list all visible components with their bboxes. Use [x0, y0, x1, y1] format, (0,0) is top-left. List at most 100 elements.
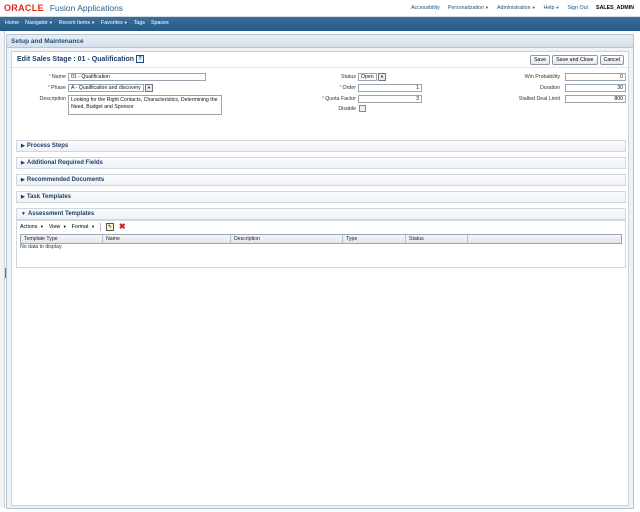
cancel-button[interactable]: Cancel	[599, 55, 624, 65]
nav-spaces[interactable]: Spaces	[151, 20, 169, 26]
chevron-down-icon: ▼	[90, 224, 95, 229]
phase-select[interactable]: A - Qualification and discovery	[68, 84, 144, 92]
order-label-text: Order	[342, 85, 356, 91]
chevron-down-icon: ▼	[91, 20, 95, 25]
section-recommended-documents[interactable]: ▶ Recommended Documents	[16, 174, 626, 186]
description-field[interactable]: Looking for the Right Contacts, Characte…	[68, 95, 222, 115]
sign-out-link[interactable]: Sign Out	[567, 5, 588, 11]
disable-checkbox[interactable]	[359, 105, 366, 112]
personalization-menu[interactable]: Personalization▼	[448, 5, 489, 11]
nav-navigator-label: Navigator	[25, 20, 48, 26]
column-template-type[interactable]: Template Type	[21, 235, 103, 243]
chevron-down-icon: ▼	[485, 5, 489, 10]
format-label: Format	[71, 224, 89, 230]
setup-region: Setup and Maintenance Edit Sales Stage :…	[6, 34, 634, 509]
win-probability-label: Win Probability	[524, 74, 560, 80]
page-header: Edit Sales Stage : 01 - Qualification ?	[17, 55, 145, 63]
view-menu[interactable]: View ▼	[49, 224, 67, 230]
chevron-down-icon[interactable]: ▼	[145, 84, 153, 92]
required-icon: *	[48, 74, 51, 80]
help-menu[interactable]: Help▼	[544, 5, 560, 11]
description-label: Description	[39, 96, 67, 102]
chevron-right-icon: ▶	[21, 143, 25, 149]
chevron-right-icon: ▶	[21, 194, 25, 200]
column-status[interactable]: Status	[406, 235, 468, 243]
format-menu[interactable]: Format ▼	[72, 224, 95, 230]
page-title: Edit Sales Stage : 01 - Qualification	[17, 55, 135, 63]
help-icon[interactable]: ?	[136, 55, 145, 63]
page-buttons: Save Save and Close Cancel	[530, 55, 624, 65]
brand-name: ORACLE	[4, 3, 44, 13]
nav-navigator[interactable]: Navigator▼	[25, 20, 53, 26]
app-name: Fusion Applications	[49, 3, 124, 13]
name-field[interactable]: 01 - Qualification	[68, 73, 206, 81]
duration-label: Duration	[539, 85, 560, 91]
duration-field[interactable]: 30	[565, 84, 626, 92]
help-label: Help	[543, 5, 555, 11]
section-process-steps[interactable]: ▶ Process Steps	[16, 140, 626, 152]
section-task-templates[interactable]: ▶ Task Templates	[16, 191, 626, 203]
chevron-down-icon[interactable]: ▼	[378, 73, 386, 81]
personalization-label: Personalization	[447, 5, 485, 11]
empty-table-message: No data to display.	[20, 244, 63, 250]
name-label: *Name	[22, 74, 66, 80]
region-title: Setup and Maintenance	[7, 35, 633, 48]
nav-favorites[interactable]: Favorites▼	[101, 20, 128, 26]
table-header: Template Type Name Description Type Stat…	[21, 235, 621, 243]
status-label: Status	[340, 74, 356, 80]
table-toolbar: Actions ▼ View ▼ Format ▼ ✎ ✖	[20, 223, 126, 231]
quota-factor-label: *Quota Factor	[302, 96, 356, 102]
required-icon: *	[322, 96, 325, 102]
order-label: *Order	[302, 85, 356, 91]
section-title: Process Steps	[26, 143, 69, 149]
quota-factor-field[interactable]: 3	[358, 95, 422, 103]
quota-label-text: Quota Factor	[325, 96, 356, 102]
column-type[interactable]: Type	[343, 235, 406, 243]
save-button[interactable]: Save	[530, 55, 551, 65]
global-header: ORACLE Fusion Applications Accessibility…	[0, 0, 640, 17]
section-title: Additional Required Fields	[26, 160, 103, 166]
section-title: Assessment Templates	[27, 211, 95, 217]
chevron-right-icon: ▶	[21, 160, 25, 166]
stalled-deal-limit-label: Stalled Deal Limit	[518, 96, 560, 102]
chevron-down-icon: ▼	[123, 20, 128, 25]
edit-icon[interactable]: ✎	[105, 223, 114, 231]
name-label-text: Name	[51, 74, 66, 80]
assessment-templates-table: Template Type Name Description Type Stat…	[20, 234, 622, 244]
delete-icon[interactable]: ✖	[119, 223, 126, 231]
toolbar-divider	[99, 223, 101, 231]
win-probability-field[interactable]: 0	[565, 73, 626, 81]
phase-label-text: Phase	[50, 85, 66, 91]
accessibility-link[interactable]: Accessibility	[411, 5, 440, 11]
navigation-bar: Home Navigator▼ Recent Items▼ Favorites▼…	[0, 17, 640, 31]
chevron-down-icon: ▼	[555, 5, 560, 10]
chevron-down-icon: ▼	[39, 224, 44, 229]
column-name[interactable]: Name	[103, 235, 231, 243]
view-label: View	[48, 224, 61, 230]
chevron-down-icon: ▼	[21, 211, 26, 217]
nav-tags[interactable]: Tags	[134, 20, 145, 26]
column-description[interactable]: Description	[231, 235, 343, 243]
stalled-deal-limit-field[interactable]: 800	[565, 95, 626, 103]
disable-label: Disable	[338, 106, 356, 112]
section-title: Recommended Documents	[26, 177, 105, 183]
actions-label: Actions	[20, 224, 38, 230]
save-and-close-button[interactable]: Save and Close	[552, 55, 598, 65]
chevron-down-icon: ▼	[531, 5, 536, 10]
chevron-right-icon: ▶	[21, 177, 25, 183]
actions-menu[interactable]: Actions ▼	[20, 224, 44, 230]
oracle-logo[interactable]: ORACLE Fusion Applications	[4, 3, 123, 13]
section-assessment-templates[interactable]: ▼ Assessment Templates	[16, 208, 626, 220]
nav-recent-items[interactable]: Recent Items▼	[59, 20, 95, 26]
nav-home[interactable]: Home	[5, 20, 19, 26]
edit-sales-stage-panel: Edit Sales Stage : 01 - Qualification ? …	[11, 51, 629, 506]
order-field[interactable]: 1	[358, 84, 422, 92]
administration-menu[interactable]: Administration▼	[497, 5, 536, 11]
status-select[interactable]: Open	[358, 73, 377, 81]
phase-label: *Phase	[22, 85, 66, 91]
nav-favorites-label: Favorites	[100, 20, 123, 26]
required-icon: *	[47, 85, 50, 91]
username: SALES_ADMIN	[596, 5, 634, 11]
section-additional-required-fields[interactable]: ▶ Additional Required Fields	[16, 157, 626, 169]
chevron-down-icon: ▼	[62, 224, 67, 229]
